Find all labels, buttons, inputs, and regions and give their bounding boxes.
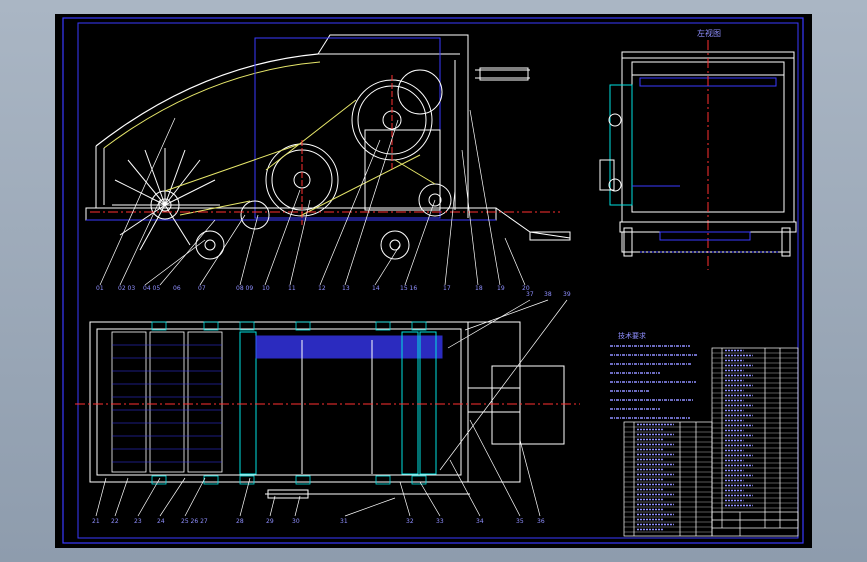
front-view (85, 34, 571, 260)
svg-text:06: 06 (173, 285, 181, 292)
svg-text:36: 36 (537, 518, 545, 525)
svg-text:15 16: 15 16 (400, 285, 417, 292)
side-view (599, 40, 797, 270)
svg-text:12: 12 (318, 285, 326, 292)
svg-text:30: 30 (292, 518, 300, 525)
svg-text:25 26 27: 25 26 27 (181, 518, 208, 525)
svg-text:22: 22 (111, 518, 119, 525)
svg-text:10: 10 (262, 285, 270, 292)
parts-list-entries (637, 349, 753, 531)
svg-text:01: 01 (96, 285, 104, 292)
svg-text:19: 19 (497, 285, 505, 292)
svg-text:13: 13 (342, 285, 350, 292)
front-view-balloons: 01 02 03 04 05 06 07 08 09 10 11 12 13 14 15 1… (96, 285, 530, 292)
svg-text:39: 39 (563, 291, 571, 298)
svg-text:11: 11 (288, 285, 296, 292)
svg-text:33: 33 (436, 518, 444, 525)
svg-text:17: 17 (443, 285, 451, 292)
top-view (75, 321, 580, 499)
svg-text:28: 28 (236, 518, 244, 525)
svg-text:29: 29 (266, 518, 274, 525)
svg-text:38: 38 (544, 291, 552, 298)
svg-text:07: 07 (198, 285, 206, 292)
svg-text:35: 35 (516, 518, 524, 525)
svg-text:18: 18 (475, 285, 483, 292)
svg-text:04 05: 04 05 (143, 285, 160, 292)
side-view-label: 左视图 (697, 28, 721, 38)
svg-text:32: 32 (406, 518, 414, 525)
svg-text:24: 24 (157, 518, 165, 525)
engineering-drawing: 01 02 03 04 05 06 07 08 09 10 11 12 13 14 15 1… (62, 17, 804, 544)
svg-text:37: 37 (526, 291, 534, 298)
tech-requirements-title: 技术要求 (618, 331, 646, 340)
svg-text:14: 14 (372, 285, 380, 292)
top-view-balloons: 21 22 23 24 25 26 27 28 29 30 31 32 33 34 35 36 3… (92, 291, 571, 525)
svg-text:08 09: 08 09 (236, 285, 253, 292)
svg-text:34: 34 (476, 518, 484, 525)
svg-text:23: 23 (134, 518, 142, 525)
tech-requirements-notes (610, 345, 698, 419)
svg-text:31: 31 (340, 518, 348, 525)
sheet-inner-frame (77, 22, 799, 539)
svg-text:02 03: 02 03 (118, 285, 135, 292)
svg-text:21: 21 (92, 518, 100, 525)
title-block (711, 511, 799, 537)
cad-viewer: 01 02 03 04 05 06 07 08 09 10 11 12 13 14 15 1… (0, 0, 867, 562)
front-view-leaders (99, 109, 526, 286)
